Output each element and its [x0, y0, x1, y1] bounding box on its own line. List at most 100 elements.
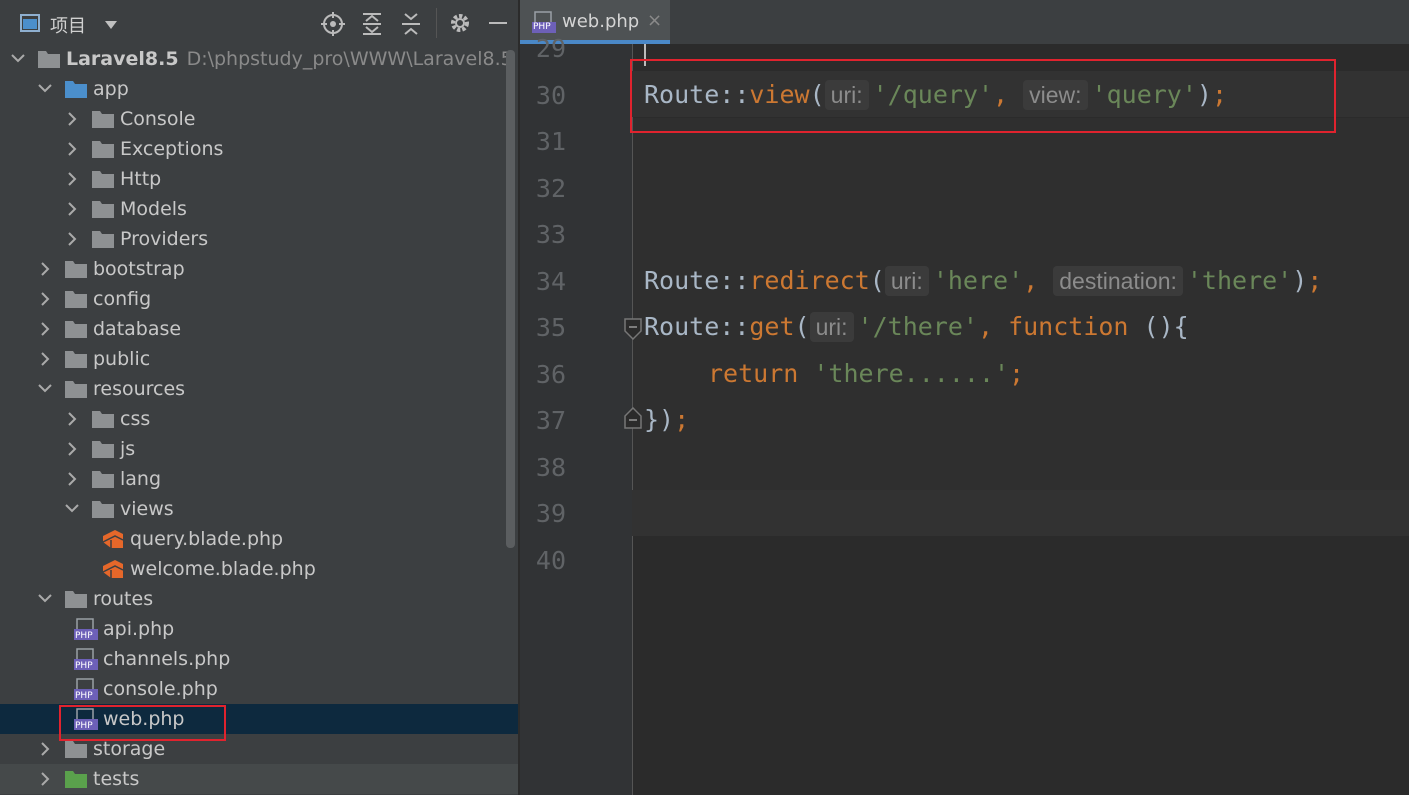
chevron-right-icon[interactable] [64, 434, 80, 464]
tree-item-text: channels.php [103, 648, 231, 670]
tree-item-label: config [93, 287, 151, 311]
tree-item-database[interactable]: database [0, 314, 518, 344]
php-file-icon: PHP [74, 678, 98, 701]
line-number: 39 [535, 499, 566, 528]
chevron-right-icon[interactable] [37, 284, 53, 314]
line-highlight-39 [632, 490, 1409, 536]
folder-icon [37, 48, 61, 70]
chevron-right-icon[interactable] [64, 464, 80, 494]
tree-item-console[interactable]: Console [0, 104, 518, 134]
folder-icon [91, 108, 115, 130]
annotation-box-route-view [630, 59, 1336, 133]
tree-item-models[interactable]: Models [0, 194, 518, 224]
chevron-down-icon[interactable] [37, 74, 53, 104]
tree-item-text: views [120, 498, 174, 520]
tree-item-css[interactable]: css [0, 404, 518, 434]
tree-item-label: Exceptions [120, 137, 223, 161]
tree-item-text: css [120, 408, 151, 430]
svg-text:PHP: PHP [75, 661, 93, 670]
tree-item-label: tests [93, 767, 139, 791]
fold-start-icon[interactable] [623, 318, 643, 344]
chevron-right-icon[interactable] [37, 734, 53, 764]
chevron-right-icon[interactable] [64, 104, 80, 134]
semicolon: ; [674, 405, 690, 434]
project-view-icon[interactable] [20, 14, 40, 32]
chevron-right-icon[interactable] [64, 404, 80, 434]
tree-item-query-blade-php[interactable]: query.blade.php [0, 524, 518, 554]
line-number: 32 [535, 173, 566, 203]
tree-item-label: views [120, 497, 174, 521]
chevron-right-icon[interactable] [37, 314, 53, 344]
chevron-down-icon[interactable] [104, 16, 118, 35]
tree-item-text: public [93, 348, 151, 370]
folder-icon [91, 228, 115, 250]
chevron-down-icon[interactable] [37, 374, 53, 404]
folder-icon [64, 258, 88, 280]
tree-item-exceptions[interactable]: Exceptions [0, 134, 518, 164]
string-return: 'there......' [813, 359, 1010, 388]
folder-icon [91, 198, 115, 220]
chevron-down-icon[interactable] [64, 494, 80, 524]
tree-item-text: Providers [120, 228, 209, 250]
collapse-all-icon[interactable] [400, 12, 422, 40]
folder-icon [64, 78, 88, 100]
class-name: Route [644, 266, 720, 295]
chevron-right-icon[interactable] [37, 254, 53, 284]
code-editor[interactable]: PHP web.php × 29 30 31 32 33 34 35 36 37 38 39 40 R… [520, 0, 1409, 795]
project-panel-title[interactable]: 项目 [50, 12, 86, 38]
tree-item-public[interactable]: public [0, 344, 518, 374]
code-line-37[interactable]: }); [644, 397, 689, 443]
tree-item-providers[interactable]: Providers [0, 224, 518, 254]
tree-item-label: js [120, 437, 135, 461]
tree-item-text: console.php [103, 678, 218, 700]
folder-icon [91, 138, 115, 160]
minimize-icon[interactable] [489, 22, 507, 24]
project-path: D:\phpstudy_pro\WWW\Laravel8.5 [186, 48, 513, 70]
close-icon[interactable]: × [647, 10, 662, 31]
chevron-right-icon[interactable] [37, 764, 53, 794]
fold-end-icon[interactable] [623, 406, 643, 433]
tree-item-channels-php[interactable]: PHP channels.php [0, 644, 518, 674]
tree-item-label: app [93, 77, 129, 101]
open-paren: ( [869, 266, 885, 295]
tree-item-routes[interactable]: routes [0, 584, 518, 614]
tree-item-http[interactable]: Http [0, 164, 518, 194]
code-line-35[interactable]: Route::get(uri: '/there', function (){ [644, 304, 1189, 350]
tree-item-console-php[interactable]: PHP console.php [0, 674, 518, 704]
tree-item-api-php[interactable]: PHP api.php [0, 614, 518, 644]
tree-item-bootstrap[interactable]: bootstrap [0, 254, 518, 284]
tree-item-config[interactable]: config [0, 284, 518, 314]
comma: , [977, 312, 1009, 341]
tree-item-text: bootstrap [93, 258, 185, 280]
scope-operator: :: [719, 312, 750, 341]
tree-item-laravel8-5[interactable]: Laravel8.5 D:\phpstudy_pro\WWW\Laravel8.5 [0, 44, 518, 74]
tree-item-resources[interactable]: resources [0, 374, 518, 404]
tree-item-label: Http [120, 167, 161, 191]
chevron-right-icon[interactable] [37, 344, 53, 374]
tree-item-js[interactable]: js [0, 434, 518, 464]
tree-item-lang[interactable]: lang [0, 464, 518, 494]
chevron-down-icon[interactable] [10, 44, 26, 74]
param-hint-uri: uri: [884, 266, 929, 296]
locate-icon[interactable] [321, 12, 345, 40]
code-line-34[interactable]: Route::redirect(uri:'here', destination:… [644, 258, 1322, 304]
open-paren: ( [794, 312, 810, 341]
chevron-down-icon[interactable] [37, 584, 53, 614]
class-name: Route [644, 312, 720, 341]
tree-item-label: api.php [103, 617, 174, 641]
tree-item-welcome-blade-php[interactable]: welcome.blade.php [0, 554, 518, 584]
expand-all-icon[interactable] [361, 12, 383, 40]
tree-item-text: tests [93, 768, 140, 790]
project-scrollbar[interactable] [506, 50, 515, 548]
chevron-right-icon[interactable] [64, 194, 80, 224]
chevron-right-icon[interactable] [64, 224, 80, 254]
tree-item-views[interactable]: views [0, 494, 518, 524]
chevron-right-icon[interactable] [64, 134, 80, 164]
tree-item-tests[interactable]: tests [0, 764, 518, 794]
chevron-right-icon[interactable] [64, 164, 80, 194]
tree-item-app[interactable]: app [0, 74, 518, 104]
tab-label: web.php [562, 11, 640, 32]
code-line-36[interactable]: return 'there......'; [708, 351, 1024, 397]
tree-item-text: routes [93, 588, 154, 610]
gear-icon[interactable] [449, 12, 471, 38]
